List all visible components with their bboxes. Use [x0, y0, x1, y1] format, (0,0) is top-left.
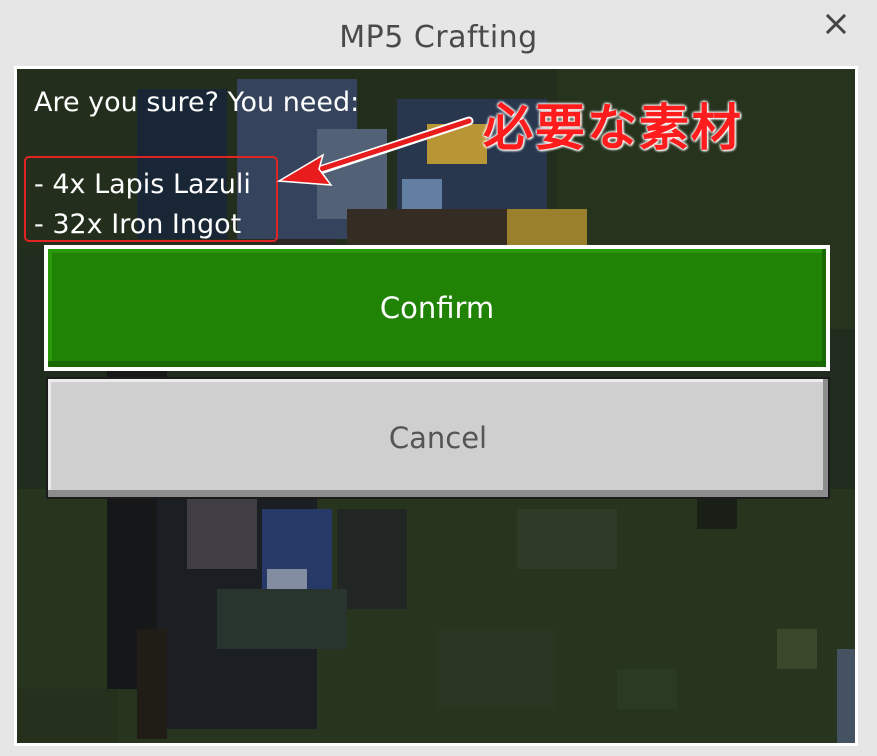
title-bar: MP5 Crafting — [0, 0, 877, 66]
cancel-button[interactable]: Cancel — [46, 377, 830, 499]
annotation-label: 必要な素材 — [483, 99, 743, 157]
close-icon[interactable] — [820, 8, 852, 40]
confirm-button[interactable]: Confirm — [44, 245, 830, 371]
dialog-panel: Are you sure? You need: - 4x Lapis Lazul… — [14, 66, 858, 746]
window-title: MP5 Crafting — [339, 20, 538, 55]
